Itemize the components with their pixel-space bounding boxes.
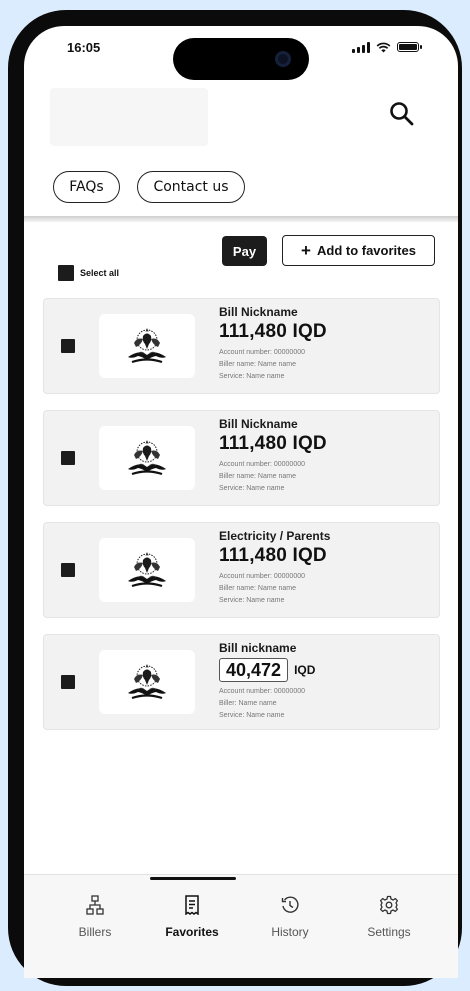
home-indicator	[150, 877, 236, 880]
select-all-label: Select all	[80, 268, 120, 278]
billers-icon	[86, 895, 104, 915]
bottom-navigation: Billers Favorites History Settings	[24, 874, 458, 978]
bill-nickname: Bill nickname	[219, 641, 297, 655]
biller-name: Biller name: Name name	[219, 473, 297, 480]
nav-history-label: History	[271, 925, 309, 939]
nav-billers[interactable]: Billers	[55, 895, 135, 939]
favorites-icon	[185, 895, 199, 915]
nav-settings-label: Settings	[367, 925, 411, 939]
biller-logo	[99, 650, 195, 714]
emblem-icon	[122, 323, 172, 369]
bill-card[interactable]: Bill nickname 40,472 IQD Account number:…	[43, 634, 440, 730]
bill-nickname: Bill Nickname	[219, 305, 298, 319]
add-to-favorites-button[interactable]: + Add to favorites	[282, 235, 435, 266]
service-name: Service: Name name	[219, 373, 285, 380]
nav-favorites-label: Favorites	[165, 925, 219, 939]
status-icons	[352, 40, 422, 54]
biller-logo	[99, 314, 195, 378]
biller-logo	[99, 538, 195, 602]
bill-info: Electricity / Parents 111,480 IQD Accoun…	[219, 529, 330, 607]
bill-details: Account number: 00000000 Biller name: Na…	[219, 571, 330, 607]
emblem-icon	[122, 547, 172, 593]
battery-icon	[397, 42, 422, 52]
bill-details: Account number: 00000000 Biller name: Na…	[219, 459, 327, 495]
biller-name: Biller name: Name name	[219, 585, 297, 592]
faqs-button[interactable]: FAQs	[53, 171, 120, 203]
search-button[interactable]	[388, 100, 416, 128]
account-number: Account number: 00000000	[219, 573, 306, 580]
amount-row: 40,472 IQD	[219, 658, 315, 682]
biller-logo	[99, 426, 195, 490]
bill-card[interactable]: Electricity / Parents 111,480 IQD Accoun…	[43, 522, 440, 618]
bill-info: Bill nickname 40,472 IQD Account number:…	[219, 641, 315, 722]
amount-unit: IQD	[294, 663, 316, 677]
nav-billers-label: Billers	[78, 925, 112, 939]
bill-checkbox[interactable]	[61, 339, 75, 353]
nav-favorites[interactable]: Favorites	[152, 895, 232, 939]
wifi-icon	[376, 42, 391, 52]
bill-details: Account number: 00000000 Biller name: Na…	[219, 347, 327, 383]
bill-info: Bill Nickname 111,480 IQD Account number…	[219, 417, 327, 495]
service-name: Service: Name name	[219, 485, 285, 492]
header-divider	[24, 216, 458, 222]
bill-checkbox[interactable]	[61, 451, 75, 465]
bill-card[interactable]: Bill Nickname 111,480 IQD Account number…	[43, 298, 440, 394]
emblem-icon	[122, 435, 172, 481]
emblem-icon	[122, 659, 172, 705]
add-to-favorites-label: Add to favorites	[316, 243, 416, 258]
account-number: Account number: 00000000	[219, 461, 306, 468]
status-time: 16:05	[67, 40, 101, 55]
biller-name: Biller name: Name name	[219, 361, 297, 368]
app-logo-placeholder	[50, 88, 208, 146]
amount-input[interactable]: 40,472	[219, 658, 289, 682]
bill-checkbox[interactable]	[61, 675, 75, 689]
bill-card[interactable]: Bill Nickname 111,480 IQD Account number…	[43, 410, 440, 506]
contact-us-button[interactable]: Contact us	[137, 171, 245, 203]
bill-amount: 111,480 IQD	[219, 433, 327, 454]
biller-name: Biller: Name name	[219, 700, 277, 707]
service-name: Service: Name name	[219, 597, 285, 604]
account-number: Account number: 00000000	[219, 688, 306, 695]
bill-nickname: Bill Nickname	[219, 417, 298, 431]
bill-info: Bill Nickname 111,480 IQD Account number…	[219, 305, 327, 383]
nav-settings[interactable]: Settings	[349, 895, 429, 939]
settings-icon	[379, 895, 399, 915]
camera-icon	[275, 51, 291, 67]
nav-history[interactable]: History	[250, 895, 330, 939]
select-all[interactable]: Select all	[58, 265, 119, 281]
plus-icon: +	[301, 241, 311, 260]
bill-checkbox[interactable]	[61, 563, 75, 577]
bill-amount: 111,480 IQD	[219, 321, 327, 342]
bill-details: Account number: 00000000 Biller: Name na…	[219, 686, 315, 722]
pay-button[interactable]: Pay	[222, 236, 267, 266]
signal-icon	[352, 41, 370, 53]
dynamic-island	[173, 38, 309, 80]
account-number: Account number: 00000000	[219, 349, 306, 356]
service-name: Service: Name name	[219, 712, 285, 719]
bill-nickname: Electricity / Parents	[219, 529, 331, 543]
history-icon	[281, 896, 299, 913]
search-icon	[390, 102, 414, 126]
bill-amount: 111,480 IQD	[219, 545, 327, 566]
select-all-checkbox[interactable]	[58, 265, 74, 281]
